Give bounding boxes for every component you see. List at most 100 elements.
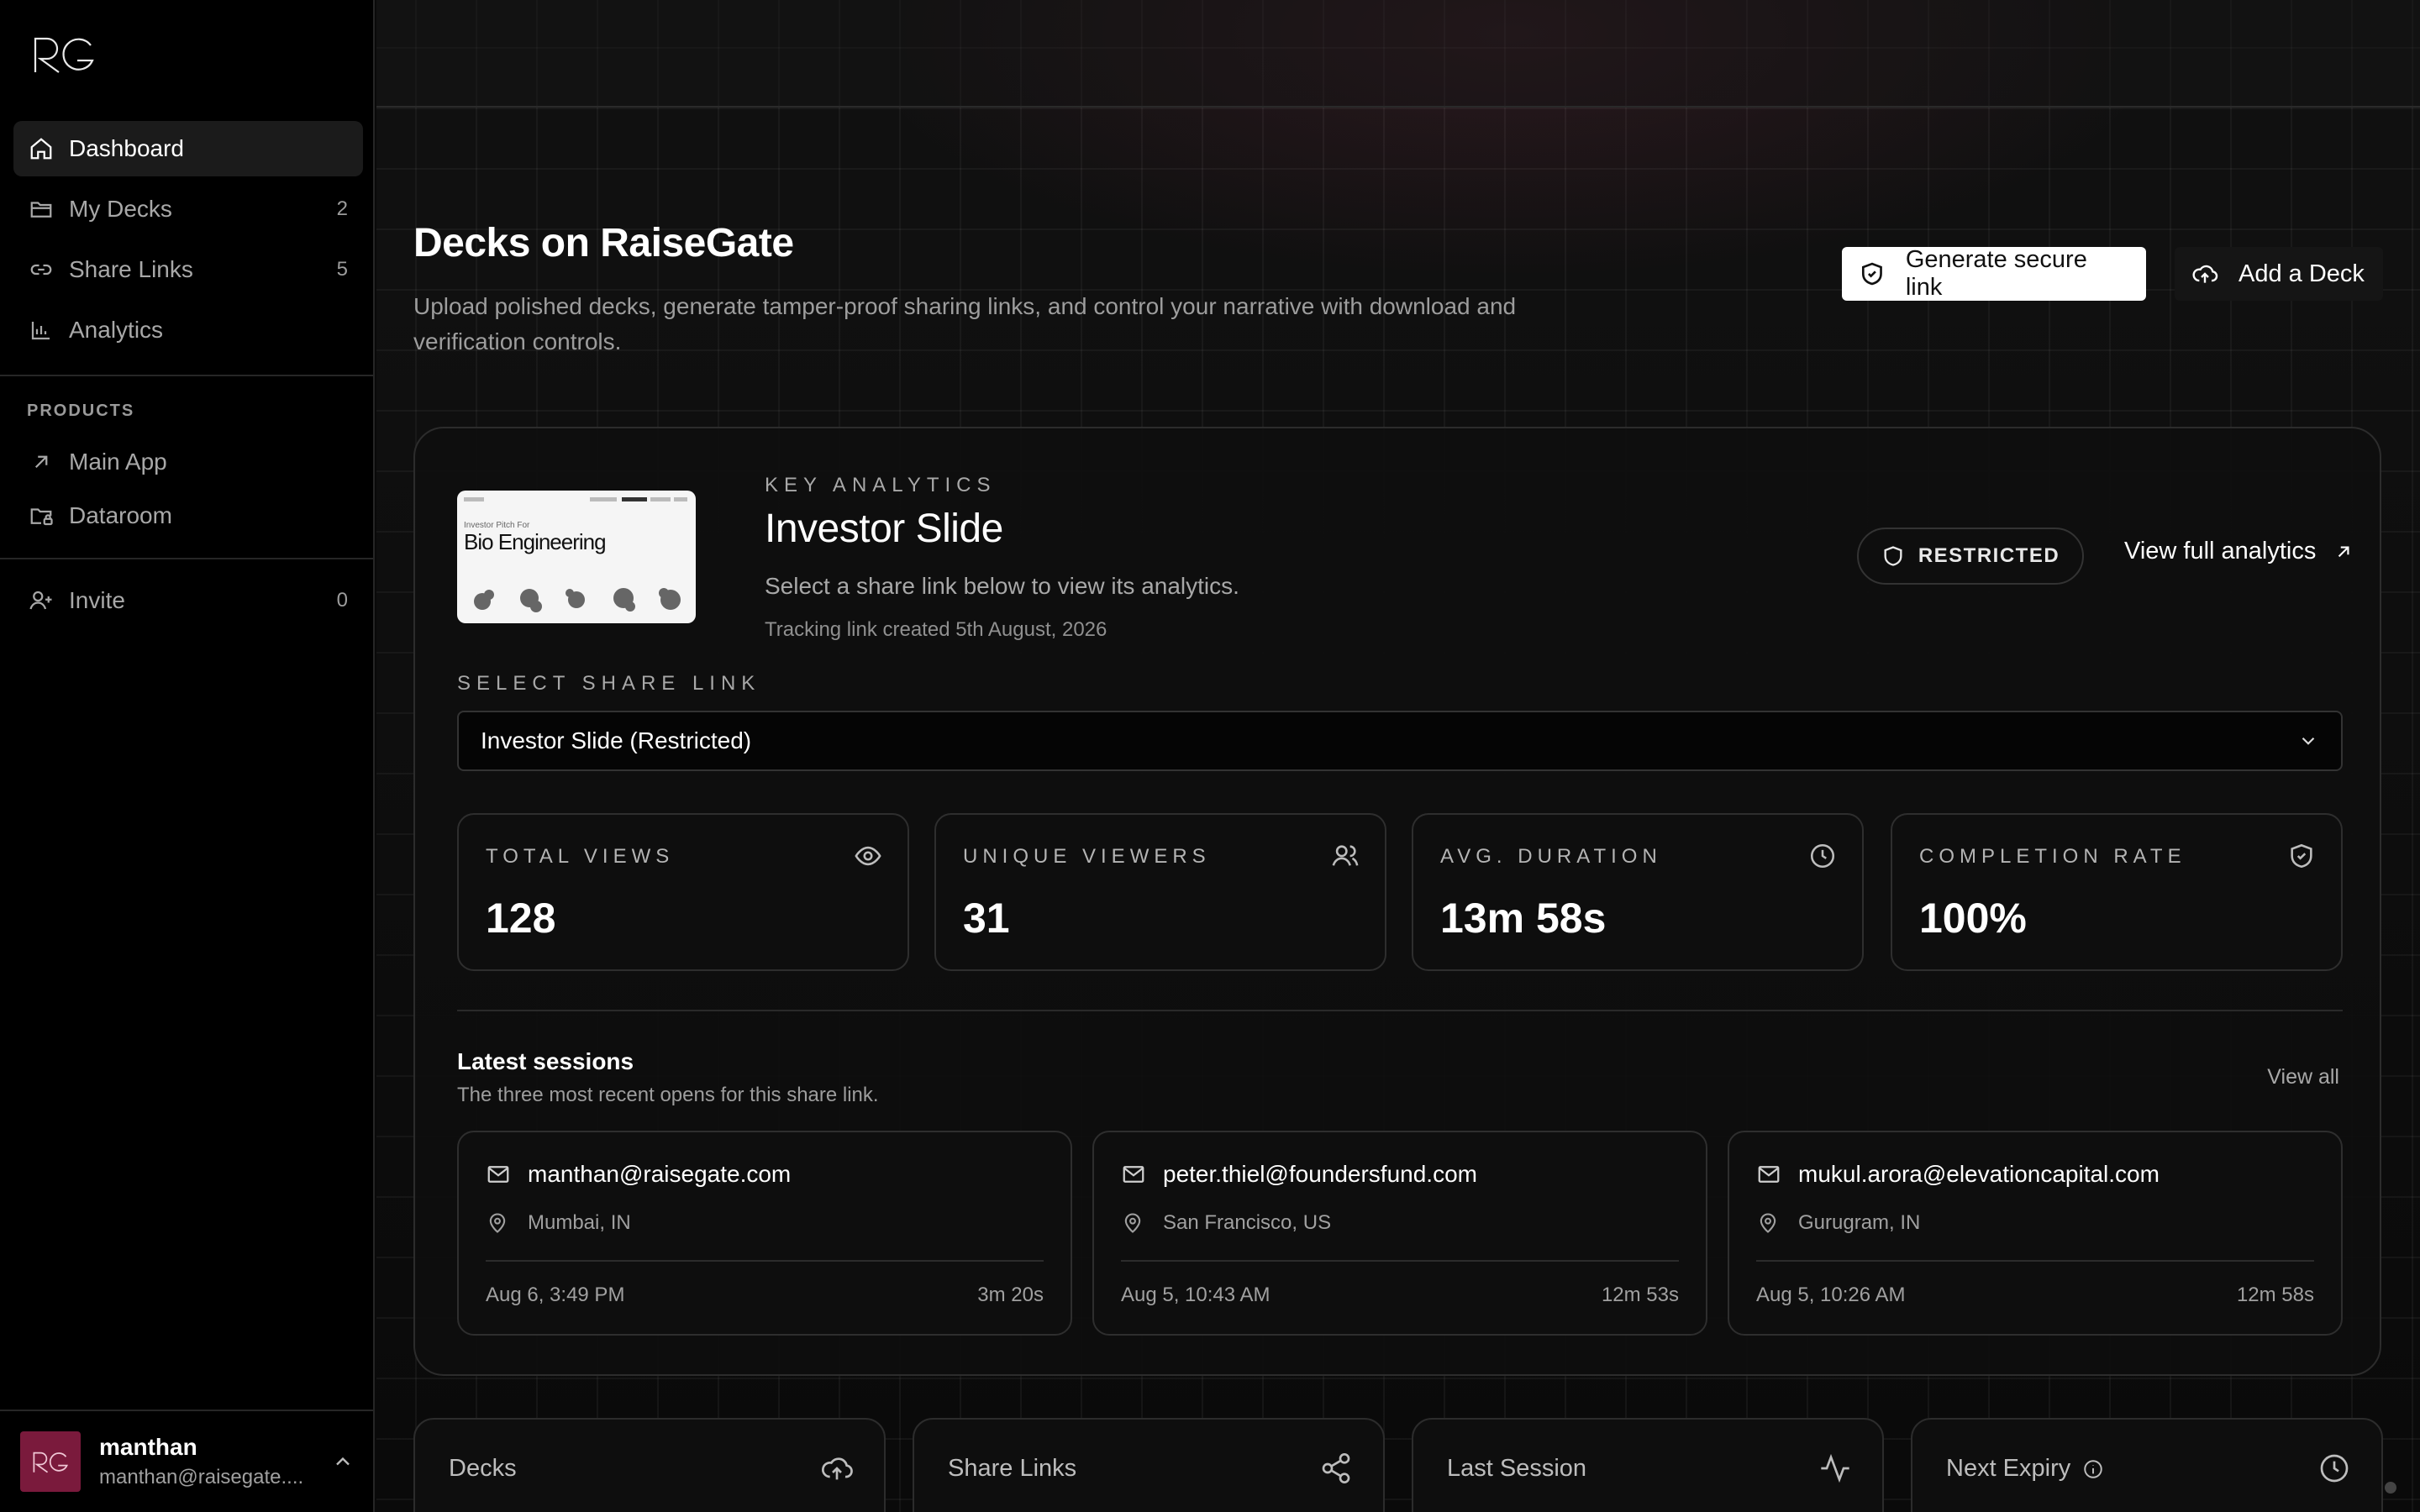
session-email: manthan@raisegate.com	[486, 1161, 791, 1188]
key-analytics-card: Investor Pitch For Bio Engineering KEY A…	[413, 427, 2381, 1376]
home-icon	[30, 138, 52, 160]
cloud-upload-icon	[2192, 265, 2218, 283]
add-deck-button[interactable]: Add a Deck	[2175, 247, 2383, 301]
activity-icon	[1821, 1453, 1849, 1483]
session-email: mukul.arora@elevationcapital.com	[1756, 1161, 2160, 1188]
sidebar-item-label: Dataroom	[69, 502, 172, 528]
session-email-text: peter.thiel@foundersfund.com	[1163, 1161, 1477, 1187]
sidebar-divider	[0, 375, 375, 376]
shield-check-icon	[2291, 843, 2312, 869]
user-name: manthan	[99, 1434, 197, 1460]
metric-value: 128	[486, 895, 556, 942]
summary-card-last-session[interactable]: Last Session	[1412, 1418, 1884, 1512]
metric-value: 31	[963, 895, 1010, 942]
metric-avg-duration: AVG. DURATION 13m 58s	[1412, 813, 1864, 971]
session-location-text: San Francisco, US	[1163, 1211, 1332, 1234]
sidebar-item-dataroom[interactable]: Dataroom	[13, 489, 363, 543]
sidebar-item-label: Analytics	[69, 317, 164, 343]
key-analytics-label: KEY ANALYTICS	[765, 474, 997, 496]
summary-label: Share Links	[948, 1455, 1076, 1483]
metric-completion-rate: COMPLETION RATE 100%	[1891, 813, 2343, 971]
restricted-badge: RESTRICTED	[1857, 528, 2084, 585]
main-content: Decks on RaiseGate Upload polished decks…	[376, 0, 2420, 1512]
mail-icon	[1123, 1166, 1144, 1183]
session-card[interactable]: manthan@raisegate.com Mumbai, IN Aug 6, …	[457, 1131, 1072, 1336]
metric-value: 100%	[1919, 895, 2027, 942]
section-divider	[457, 1010, 2343, 1011]
sidebar-item-label: Main App	[69, 449, 167, 475]
summary-card-decks[interactable]: Decks	[413, 1418, 886, 1512]
eye-icon	[855, 846, 881, 866]
sidebar-item-count: 0	[336, 589, 348, 612]
summary-label: Decks	[449, 1455, 517, 1483]
session-duration: 12m 53s	[1601, 1284, 1679, 1306]
session-location: Mumbai, IN	[486, 1211, 631, 1235]
bar-chart-icon	[31, 322, 50, 340]
folder-lock-icon	[30, 508, 53, 526]
summary-label-text: Next Expiry	[1946, 1455, 2071, 1482]
share-link-select[interactable]: Investor Slide (Restricted)	[457, 711, 2343, 771]
products-nav: Main App Dataroom	[13, 435, 363, 548]
session-duration: 12m 58s	[2236, 1284, 2314, 1306]
session-date: Aug 5, 10:26 AM	[1756, 1284, 1906, 1306]
share-icon	[1322, 1453, 1350, 1483]
summary-card-share-links[interactable]: Share Links	[913, 1418, 1385, 1512]
deck-thumbnail[interactable]: Investor Pitch For Bio Engineering	[457, 491, 696, 623]
deck-help-text: Select a share link below to view its an…	[765, 573, 1239, 599]
session-date: Aug 5, 10:43 AM	[1121, 1284, 1270, 1306]
avatar	[20, 1431, 81, 1492]
session-card[interactable]: mukul.arora@elevationcapital.com Gurugra…	[1728, 1131, 2343, 1336]
session-location: San Francisco, US	[1121, 1211, 1331, 1235]
summary-card-next-expiry[interactable]: Next Expiry	[1911, 1418, 2383, 1512]
generate-secure-link-label: Generate secure link	[1905, 246, 2087, 301]
map-pin-icon	[1124, 1213, 1141, 1233]
metric-label: TOTAL VIEWS	[486, 845, 675, 868]
view-full-analytics-link[interactable]: View full analytics	[2124, 538, 2354, 565]
sidebar-item-count: 2	[336, 197, 348, 220]
sidebar-item-dashboard[interactable]: Dashboard	[13, 121, 363, 176]
session-email: peter.thiel@foundersfund.com	[1121, 1161, 1477, 1188]
clock-icon	[2320, 1454, 2349, 1483]
clock-icon	[1810, 843, 1835, 869]
chevron-down-icon	[2302, 737, 2315, 745]
sidebar-item-label: Invite	[69, 587, 125, 613]
page-description: Upload polished decks, generate tamper-p…	[413, 293, 1517, 354]
view-all-sessions-link[interactable]: View all	[2267, 1065, 2339, 1089]
summary-label: Last Session	[1447, 1455, 1586, 1483]
session-card[interactable]: peter.thiel@foundersfund.com San Francis…	[1092, 1131, 1707, 1336]
sidebar-item-count: 5	[336, 258, 348, 281]
metric-label: UNIQUE VIEWERS	[963, 845, 1211, 868]
summary-label-text: Share Links	[948, 1455, 1077, 1482]
thumbnail-illustration	[474, 588, 681, 612]
top-band	[376, 0, 2420, 108]
generate-secure-link-button[interactable]: Generate secure link	[1842, 246, 2146, 301]
metric-label: AVG. DURATION	[1440, 845, 1662, 868]
user-info: manthan manthan@raisegate....	[99, 1434, 331, 1489]
sidebar-item-label: Share Links	[69, 256, 193, 282]
link-icon	[30, 264, 52, 276]
sidebar-item-analytics[interactable]: Analytics	[13, 302, 363, 358]
shield-icon	[1884, 546, 1902, 566]
thumbnail-title: Bio Engineering	[464, 529, 607, 554]
user-email: manthan@raisegate....	[99, 1466, 304, 1488]
user-menu[interactable]: manthan manthan@raisegate....	[0, 1410, 375, 1512]
metric-unique-viewers: UNIQUE VIEWERS 31	[934, 813, 1386, 971]
map-pin-icon	[1760, 1213, 1776, 1233]
sidebar-item-main-app[interactable]: Main App	[13, 435, 363, 489]
raisegate-logo[interactable]	[32, 32, 96, 76]
chevron-up-icon[interactable]	[331, 1450, 355, 1473]
deck-name: Investor Slide	[765, 507, 1003, 551]
session-location-text: Gurugram, IN	[1798, 1211, 1921, 1234]
sidebar-item-invite[interactable]: Invite 0	[13, 573, 363, 628]
folder-icon	[30, 202, 52, 218]
session-location-text: Mumbai, IN	[528, 1211, 631, 1234]
tracking-created-text: Tracking link created 5th August, 2026	[765, 618, 1107, 641]
arrow-up-right-icon	[2338, 546, 2349, 557]
main-nav: Dashboard My Decks 2 Share Links 5 Analy…	[13, 121, 363, 363]
sidebar-item-share-links[interactable]: Share Links 5	[13, 242, 363, 297]
share-link-select-value: Investor Slide (Restricted)	[481, 727, 752, 753]
info-icon[interactable]	[2082, 1458, 2104, 1480]
sidebar-item-my-decks[interactable]: My Decks 2	[13, 181, 363, 237]
status-dot	[2385, 1482, 2396, 1494]
session-location: Gurugram, IN	[1756, 1211, 1920, 1235]
